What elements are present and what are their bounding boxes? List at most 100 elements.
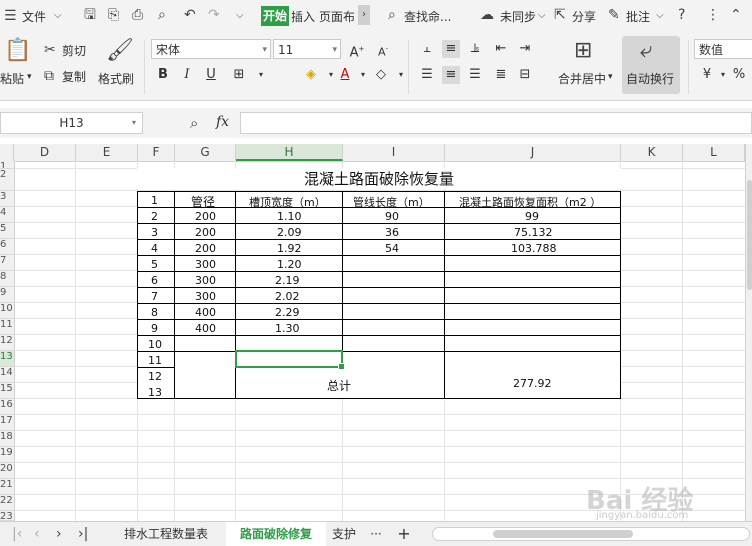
sync-status[interactable]: 未同步 — [500, 8, 536, 25]
chevron-down-icon[interactable]: ▾ — [132, 118, 136, 127]
more-icon[interactable]: ⋮ — [706, 7, 720, 23]
table-cell[interactable]: 400 — [195, 306, 216, 319]
chevron-down-icon[interactable]: ▾ — [27, 72, 32, 82]
column-header[interactable]: E — [76, 144, 138, 161]
table-cell[interactable]: 11 — [148, 354, 162, 367]
row-header[interactable]: 8 — [0, 271, 14, 287]
file-menu[interactable]: 文件 — [22, 8, 46, 25]
fill-color-icon[interactable]: ◈ — [302, 66, 320, 84]
add-sheet-button[interactable]: + — [392, 522, 416, 546]
row-header[interactable]: 14 — [0, 367, 14, 383]
row-header[interactable]: 22 — [0, 495, 14, 511]
eraser-icon[interactable]: ◇ — [372, 66, 390, 84]
save-icon[interactable]: 🖫 — [84, 7, 96, 23]
chevron-down-icon[interactable]: ▾ — [252, 66, 270, 84]
column-header[interactable]: I — [343, 144, 445, 161]
chevron-right-icon[interactable]: › — [358, 5, 370, 25]
column-header[interactable]: D — [14, 144, 76, 161]
column-header[interactable]: K — [621, 144, 683, 161]
row-header[interactable]: 10 — [0, 303, 14, 319]
first-sheet-icon[interactable]: |‹ — [12, 526, 22, 542]
increase-font-icon[interactable]: A+ — [348, 40, 366, 60]
column-header[interactable]: G — [175, 144, 236, 161]
paste-icon[interactable]: 📋 — [4, 38, 31, 63]
font-size-select[interactable]: 11 ▾ — [273, 39, 341, 59]
percent-icon[interactable]: % — [730, 66, 748, 84]
table-cell[interactable]: 2.09 — [277, 226, 302, 239]
decrease-font-icon[interactable]: A- — [374, 40, 392, 59]
row-header[interactable]: 21 — [0, 479, 14, 495]
column-header[interactable]: H — [236, 144, 343, 161]
formula-input[interactable] — [240, 112, 752, 134]
scissors-icon[interactable]: ✂ — [44, 42, 56, 58]
data-table[interactable]: 1 管径 槽顶宽度（m） 管线长度（m） 混凝土路面恢复面积（m2 ） 2 20… — [137, 191, 621, 399]
collapse-icon[interactable]: ⌃ — [730, 7, 742, 23]
select-all-corner[interactable] — [0, 144, 14, 161]
table-cell[interactable]: 10 — [148, 338, 162, 351]
table-cell[interactable]: 7 — [151, 290, 158, 303]
header-cell[interactable]: 混凝土路面恢复面积（m2 ） — [459, 194, 601, 210]
wrap-text-button[interactable]: ⤶ 自动换行 — [622, 36, 680, 94]
zoom-icon[interactable]: ⌕ — [190, 115, 198, 131]
table-cell[interactable]: 12 — [148, 370, 162, 383]
table-cell[interactable]: 2 — [151, 210, 158, 223]
sheet-title[interactable]: 混凝土路面破除恢复量 — [137, 168, 621, 189]
table-cell[interactable]: 200 — [195, 210, 216, 223]
table-cell[interactable]: 2.02 — [275, 290, 300, 303]
row-header[interactable]: 9 — [0, 287, 14, 303]
horizontal-scrollbar[interactable] — [432, 527, 750, 541]
table-cell[interactable]: 13 — [148, 386, 162, 399]
merge-center-button[interactable]: 合并居中 — [558, 70, 606, 87]
row-header[interactable]: 5 — [0, 223, 14, 239]
chevron-down-icon[interactable]: ⌵ — [538, 8, 546, 24]
row-header[interactable]: 12 — [0, 335, 14, 351]
table-cell[interactable]: 300 — [195, 290, 216, 303]
scrollbar-thumb[interactable] — [493, 530, 633, 538]
search-icon[interactable]: ⌕ — [388, 7, 396, 23]
share-icon[interactable]: ⇱ — [554, 7, 566, 23]
more-sheets-button[interactable]: ··· — [364, 522, 388, 546]
cut-button[interactable]: 剪切 — [62, 42, 86, 59]
font-name-select[interactable]: 宋体 ▾ — [151, 39, 271, 59]
tab-insert[interactable]: 插入 — [291, 8, 315, 25]
table-cell[interactable]: 75.132 — [514, 226, 553, 239]
row-header[interactable]: 15 — [0, 383, 14, 399]
font-color-icon[interactable]: A — [336, 66, 354, 84]
row-header[interactable]: 16 — [0, 399, 14, 415]
paste-button[interactable]: 粘贴 — [0, 70, 24, 87]
tab-page-layout[interactable]: 页面布 — [319, 8, 355, 25]
next-sheet-icon[interactable]: › — [56, 526, 62, 542]
row-header[interactable]: 17 — [0, 415, 14, 431]
chevron-down-icon[interactable]: ▾ — [354, 66, 372, 84]
align-left-icon[interactable]: ☰ — [418, 66, 436, 84]
copy-button[interactable]: 复制 — [62, 68, 86, 85]
table-cell[interactable]: 300 — [195, 274, 216, 287]
table-cell[interactable]: 200 — [195, 242, 216, 255]
row-header[interactable]: 13 — [0, 351, 14, 367]
table-cell[interactable]: 103.788 — [511, 242, 557, 255]
search-command[interactable]: 查找命... — [404, 8, 451, 25]
justify-icon[interactable]: ≣ — [492, 66, 510, 84]
chevron-down-icon[interactable]: ⌵ — [54, 8, 62, 24]
table-cell[interactable]: 3 — [151, 226, 158, 239]
row-header[interactable]: 7 — [0, 255, 14, 271]
table-cell[interactable]: 8 — [151, 306, 158, 319]
header-cell[interactable]: 槽顶宽度（m） — [249, 194, 326, 210]
scrollbar-thumb[interactable] — [747, 180, 752, 290]
underline-icon[interactable]: U — [202, 66, 220, 84]
table-cell[interactable]: 400 — [195, 322, 216, 335]
comment-button[interactable]: 批注 — [626, 8, 650, 25]
border-icon[interactable]: ⊞ — [230, 66, 248, 84]
row-header[interactable]: 6 — [0, 239, 14, 255]
print-preview-icon[interactable]: ⌕ — [158, 7, 166, 23]
chevron-down-icon[interactable]: ▾ — [608, 72, 613, 82]
format-painter-button[interactable]: 格式刷 — [98, 70, 134, 87]
copy-icon[interactable]: ⧉ — [44, 68, 54, 84]
distributed-icon[interactable]: ⊟ — [516, 66, 534, 84]
indent-decrease-icon[interactable]: ⇤ — [492, 40, 510, 58]
align-center-icon[interactable]: ≡ — [442, 66, 460, 84]
print-icon[interactable]: ⎙ — [132, 7, 143, 23]
header-cell[interactable]: 管径 — [191, 193, 215, 210]
customize-icon[interactable]: ⌵ — [236, 8, 244, 24]
italic-icon[interactable]: I — [178, 66, 196, 84]
